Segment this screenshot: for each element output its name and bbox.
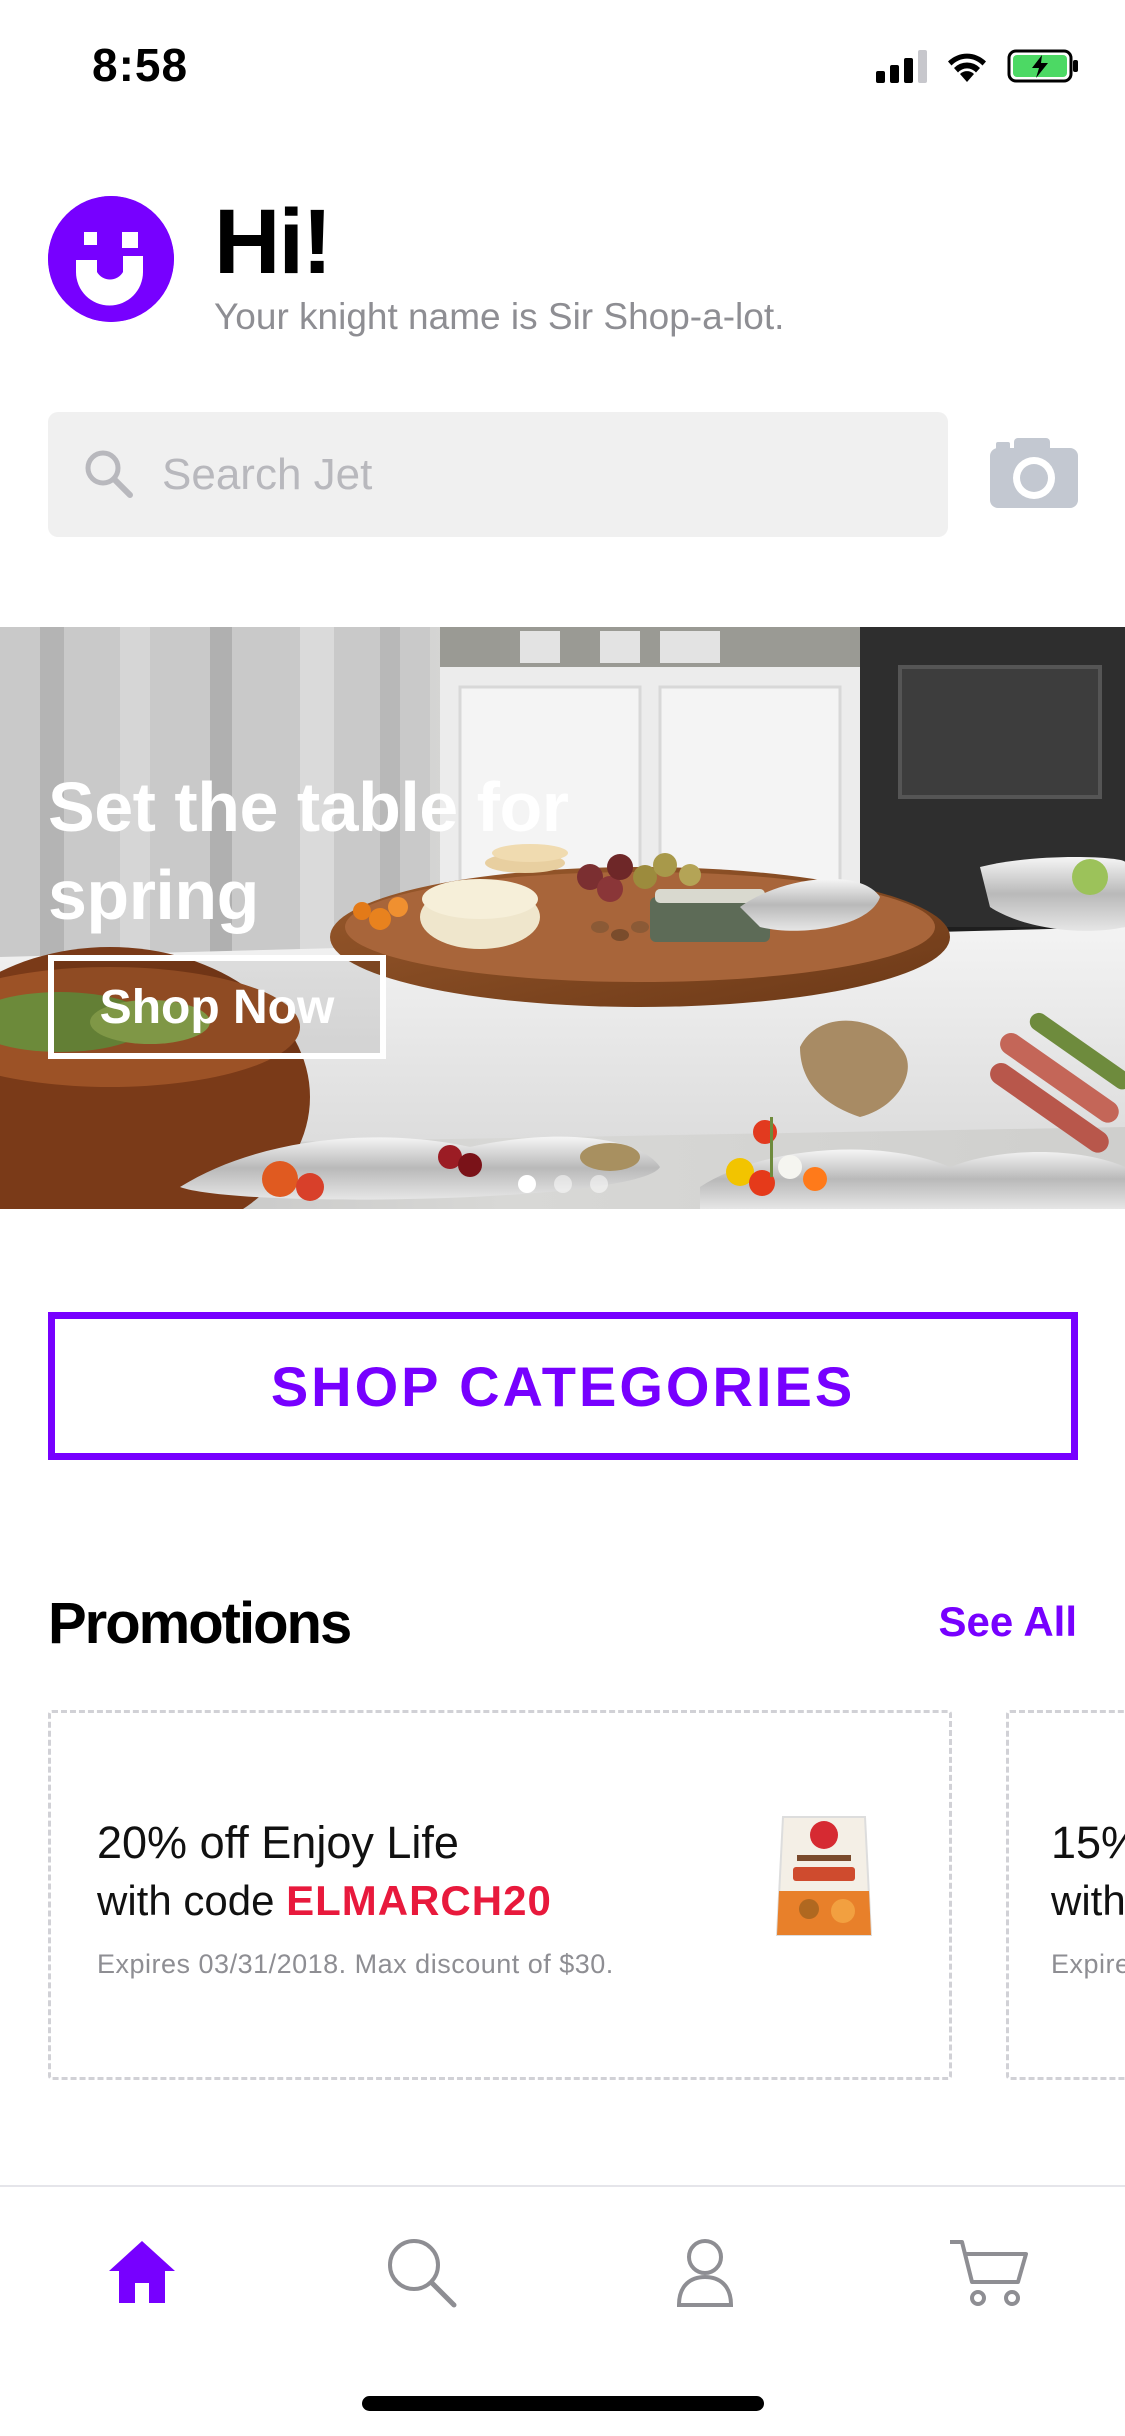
carousel-dot[interactable] — [517, 1175, 536, 1193]
shop-now-button[interactable]: Shop Now — [48, 955, 386, 1059]
home-icon — [109, 2241, 175, 2303]
greeting-title: Hi! — [214, 191, 333, 293]
cart-icon — [950, 2240, 1028, 2306]
tab-home[interactable] — [97, 2227, 187, 2317]
status-time: 8:58 — [92, 39, 189, 91]
carousel-indicator[interactable] — [0, 1175, 1125, 1193]
promotions-title: Promotions — [48, 1591, 352, 1656]
battery-charging-icon — [1007, 49, 1078, 83]
search-input[interactable] — [162, 412, 922, 537]
cellular-signal-icon — [876, 49, 927, 83]
jet-smile-logo — [48, 196, 174, 322]
hero-banner[interactable]: Set the table for spring Shop Now — [0, 627, 1125, 1209]
tab-account[interactable] — [660, 2227, 750, 2317]
shop-categories-button[interactable]: SHOP CATEGORIES — [48, 1312, 1078, 1460]
camera-icon[interactable] — [990, 436, 1078, 508]
search-icon — [388, 2239, 457, 2308]
search-bar[interactable] — [48, 412, 948, 537]
promo-headline: 15% — [1051, 1817, 1125, 1868]
promo-code-line: with code ELMARCH20 — [97, 1877, 552, 1925]
promo-expiry: Expires 03/31/2018. Max discount of $30. — [97, 1949, 614, 1979]
promo-code-prefix: with — [1051, 1877, 1125, 1924]
promo-expiry: Expire — [1051, 1949, 1125, 1979]
tab-search[interactable] — [376, 2227, 466, 2317]
product-image — [775, 1816, 873, 1936]
jet-home-screen: 8:58 Hi! Your knight name is Sir Shop-a-… — [0, 0, 1125, 2436]
carousel-dot[interactable] — [589, 1175, 608, 1193]
promo-card[interactable]: 15% with Expire — [1006, 1710, 1125, 2080]
promo-headline: 20% off Enjoy Life — [97, 1817, 459, 1868]
greeting-subtitle: Your knight name is Sir Shop-a-lot. — [214, 296, 785, 337]
banner-title: Set the table for spring — [48, 768, 569, 934]
home-indicator[interactable] — [362, 2396, 764, 2411]
account-icon — [676, 2239, 734, 2307]
wifi-icon — [948, 53, 986, 82]
status-bar: 8:58 — [0, 0, 1125, 135]
carousel-dot[interactable] — [553, 1175, 572, 1193]
tab-cart[interactable] — [944, 2227, 1034, 2317]
status-icons — [876, 48, 1081, 84]
greeting-header: Hi! Your knight name is Sir Shop-a-lot. — [48, 191, 1078, 346]
promo-code: ELMARCH20 — [286, 1877, 552, 1924]
promo-card[interactable]: 20% off Enjoy Life with code ELMARCH20 E… — [48, 1710, 952, 2080]
see-all-link[interactable]: See All — [938, 1598, 1077, 1646]
search-icon — [85, 450, 133, 498]
promo-code-line: with — [1051, 1877, 1125, 1925]
promo-code-prefix: with code — [97, 1877, 287, 1924]
